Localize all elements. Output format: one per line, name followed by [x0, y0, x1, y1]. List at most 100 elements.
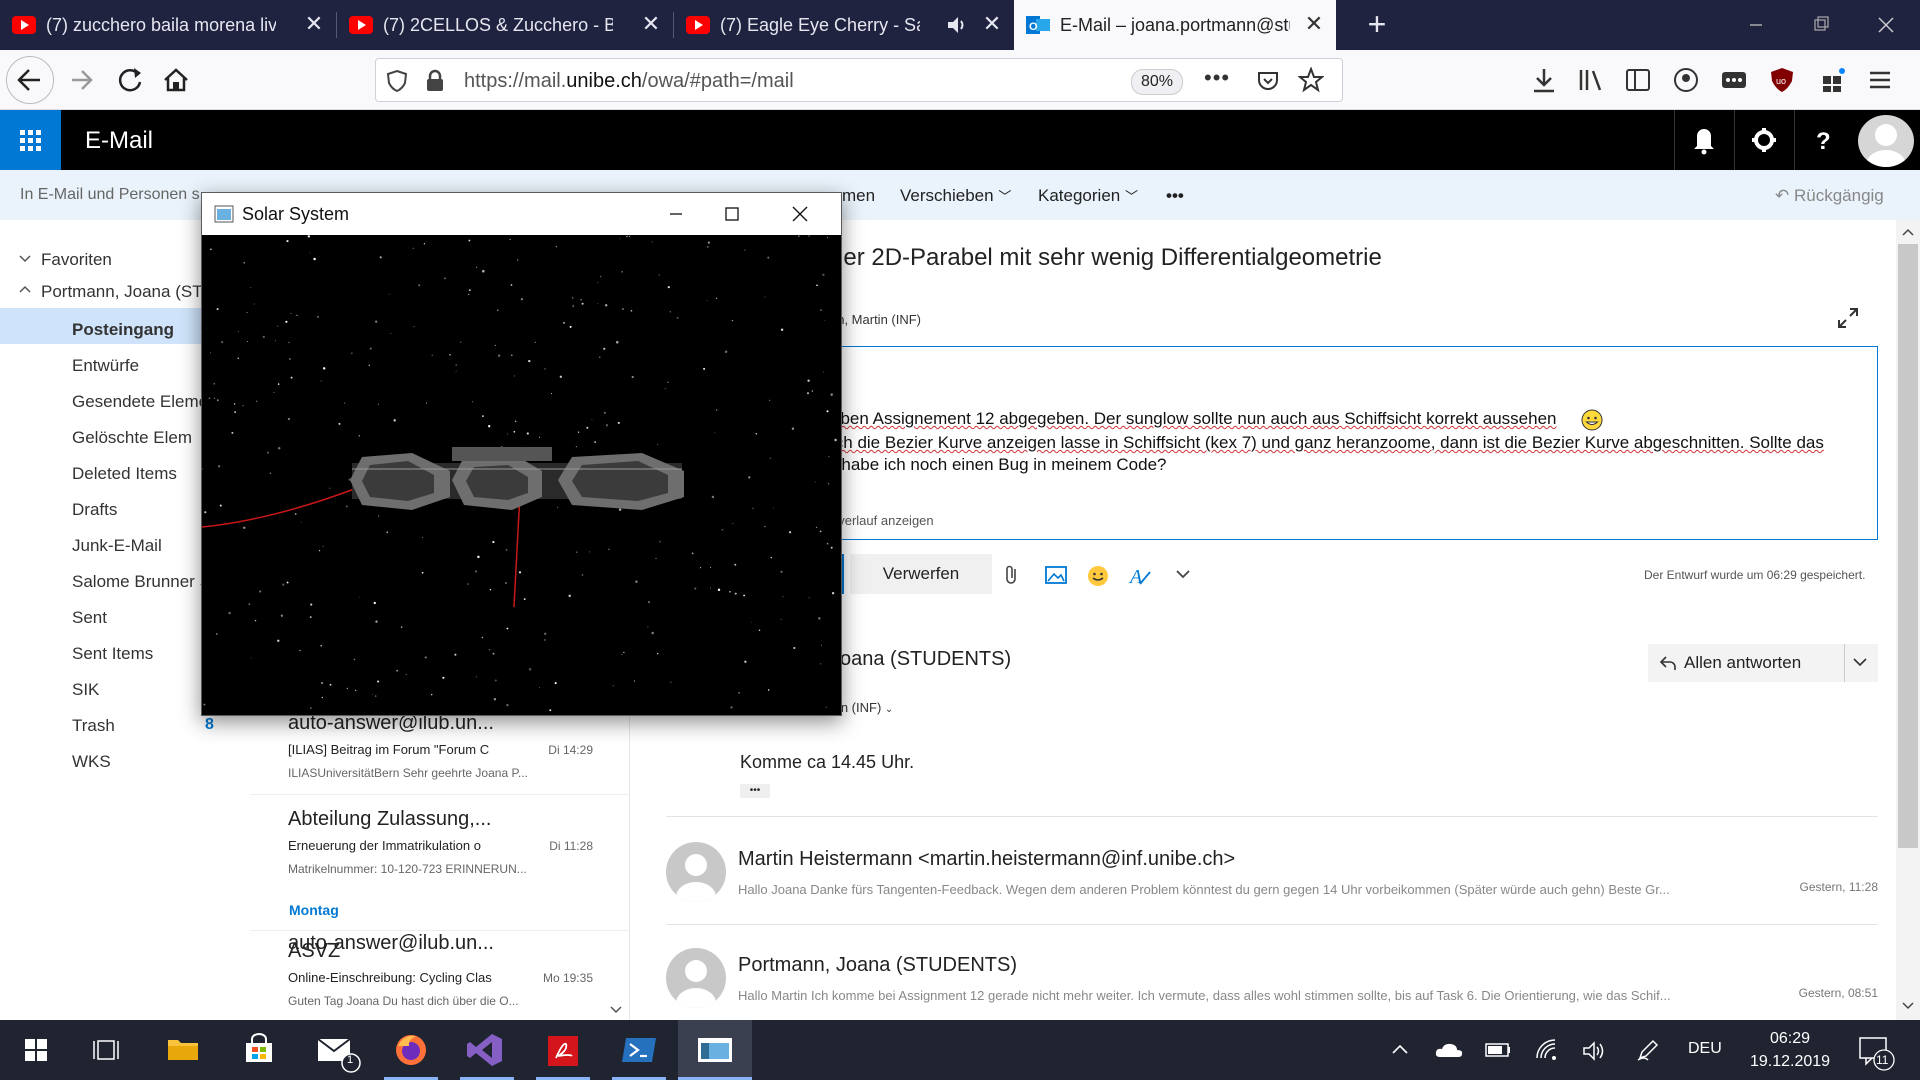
file-explorer-button[interactable] [146, 1020, 220, 1080]
folder-salome-brunner[interactable]: Salome Brunner S [72, 572, 211, 592]
thread-item-sender[interactable]: Portmann, Joana (STUDENTS) [738, 954, 1017, 977]
browser-tab-active[interactable]: O E-Mail – joana.portmann@stud ✕ [1014, 0, 1336, 50]
forward-button[interactable] [62, 60, 102, 100]
visual-studio-button[interactable] [450, 1020, 524, 1080]
settings-button[interactable] [1734, 110, 1792, 170]
move-button[interactable]: Verschieben ﹀ [900, 186, 1011, 206]
back-button[interactable] [6, 56, 54, 104]
home-button[interactable] [156, 60, 196, 100]
help-button[interactable]: ? [1794, 110, 1852, 170]
search-input[interactable]: In E-Mail und Personen s [20, 186, 200, 204]
folder-drafts-de[interactable]: Entwürfe [72, 356, 139, 376]
folder-wks[interactable]: WKS [72, 752, 111, 772]
close-tab-icon[interactable]: ✕ [304, 13, 324, 35]
close-window-button[interactable] [1866, 10, 1906, 40]
action-center-button[interactable]: 11 [1854, 1032, 1898, 1072]
wifi-icon[interactable] [1534, 1038, 1560, 1062]
close-tab-icon[interactable]: ✕ [1304, 13, 1324, 35]
chevron-down-icon[interactable] [1852, 657, 1868, 669]
favorites-header[interactable]: Favoriten [41, 250, 112, 270]
show-history-link[interactable]: nverlauf anzeigen [831, 513, 934, 528]
message-sender[interactable]: ASVZ [288, 940, 340, 963]
download-icon[interactable] [1530, 66, 1558, 94]
avatar[interactable] [1858, 115, 1914, 167]
clock[interactable]: 06:29 19.12.2019 [1738, 1027, 1842, 1073]
close-tab-icon[interactable]: ✕ [982, 13, 1002, 35]
minimize-button[interactable] [1736, 10, 1776, 40]
speaker-icon[interactable] [946, 15, 968, 35]
folder-drafts[interactable]: Drafts [72, 500, 117, 520]
window-maximize-button[interactable] [704, 193, 760, 235]
page-actions-icon[interactable]: ••• [1204, 65, 1230, 91]
discard-button[interactable]: Verwerfen [850, 554, 992, 594]
render-canvas[interactable] [202, 235, 841, 715]
sidebar-icon[interactable] [1624, 66, 1652, 94]
folder-sent[interactable]: Sent [72, 608, 107, 628]
ublock-icon[interactable]: uo [1768, 66, 1796, 94]
window-close-button[interactable] [760, 193, 840, 235]
battery-icon[interactable] [1484, 1040, 1512, 1060]
message-subject[interactable]: Online-Einschreibung: Cycling Clas [288, 970, 498, 985]
format-text-icon[interactable]: A [1128, 564, 1152, 588]
extension-icon[interactable] [1720, 66, 1748, 94]
chevron-down-icon[interactable] [1174, 568, 1192, 582]
shield-icon[interactable] [386, 69, 408, 93]
acrobat-button[interactable] [526, 1020, 600, 1080]
reply-all-button[interactable]: Allen antworten [1648, 644, 1878, 682]
message-subject[interactable]: Erneuerung der Immatrikulation o [288, 838, 498, 853]
scrollbar-thumb[interactable] [1898, 244, 1918, 848]
browser-tab[interactable]: (7) Eagle Eye Cherry - Save t ✕ [674, 0, 1014, 50]
onedrive-cloud-icon[interactable] [1434, 1040, 1464, 1060]
notifications-button[interactable] [1674, 110, 1732, 170]
folder-deleted-de[interactable]: Gelöschte Elem [72, 428, 192, 448]
categories-button[interactable]: Kategorien ﹀ [1038, 186, 1138, 206]
show-more-button[interactable]: ••• [740, 784, 770, 798]
new-tab-button[interactable]: + [1360, 8, 1394, 42]
scroll-down-icon[interactable] [608, 1004, 624, 1016]
thread-item-sender[interactable]: Martin Heistermann <martin.heistermann@i… [738, 848, 1235, 871]
pen-icon[interactable] [1636, 1038, 1660, 1062]
start-button[interactable] [0, 1020, 74, 1080]
chevron-up-icon[interactable] [18, 284, 32, 294]
reload-button[interactable] [110, 60, 150, 100]
app-launcher-button[interactable] [0, 110, 61, 170]
close-tab-icon[interactable]: ✕ [641, 13, 661, 35]
zoom-level[interactable]: 80% [1131, 69, 1183, 95]
bookmark-star-icon[interactable] [1298, 67, 1324, 93]
folder-sik[interactable]: SIK [72, 680, 99, 700]
folder-sent-de[interactable]: Gesendete Eleme [72, 392, 208, 412]
scroll-up-icon[interactable] [1900, 226, 1916, 238]
folder-inbox[interactable]: Posteingang [72, 320, 174, 340]
expand-icon[interactable] [1836, 306, 1860, 330]
attach-icon[interactable] [1002, 564, 1022, 586]
browser-tab[interactable]: (7) 2CELLOS & Zucchero - Baila ✕ [337, 0, 673, 50]
mail-app-button[interactable]: 1 [298, 1020, 372, 1080]
input-language[interactable]: DEU [1688, 1040, 1722, 1058]
undo-button[interactable]: ↶ Rückgängig [1775, 186, 1884, 206]
firefox-button[interactable] [374, 1020, 448, 1080]
message-sender[interactable]: Abteilung Zulassung,... [288, 808, 491, 831]
thread-item-preview[interactable]: Hallo Martin Ich komme bei Assignment 12… [738, 988, 1718, 1003]
folder-sent-items[interactable]: Sent Items [72, 644, 153, 664]
scroll-down-icon[interactable] [1900, 1000, 1916, 1012]
pocket-icon[interactable] [1256, 69, 1280, 93]
folder-trash[interactable]: Trash [72, 716, 115, 736]
addons-icon[interactable] [1820, 66, 1848, 94]
emoji-icon[interactable] [1086, 564, 1110, 588]
window-titlebar[interactable]: Solar System [202, 193, 841, 235]
thread-item-preview[interactable]: Hallo Joana Danke fürs Tangenten-Feedbac… [738, 882, 1718, 897]
task-view-button[interactable] [70, 1020, 144, 1080]
compose-body[interactable]: n eben Assignement 12 abgegeben. Der sun… [830, 346, 1878, 540]
solar-system-window[interactable]: Solar System [201, 192, 842, 716]
folder-junk[interactable]: Junk-E-Mail [72, 536, 162, 556]
folder-deleted-items[interactable]: Deleted Items [72, 464, 177, 484]
menu-icon[interactable] [1866, 66, 1894, 94]
chevron-down-icon[interactable] [18, 254, 32, 264]
account-icon[interactable] [1672, 66, 1700, 94]
recipient-line[interactable]: nn, Martin (INF) [830, 312, 921, 327]
more-commands-button[interactable]: ••• [1166, 186, 1184, 206]
chevron-up-icon[interactable] [1390, 1040, 1410, 1060]
library-icon[interactable] [1576, 66, 1604, 94]
store-button[interactable] [222, 1020, 296, 1080]
browser-tab[interactable]: (7) zucchero baila morena live ✕ [0, 0, 336, 50]
